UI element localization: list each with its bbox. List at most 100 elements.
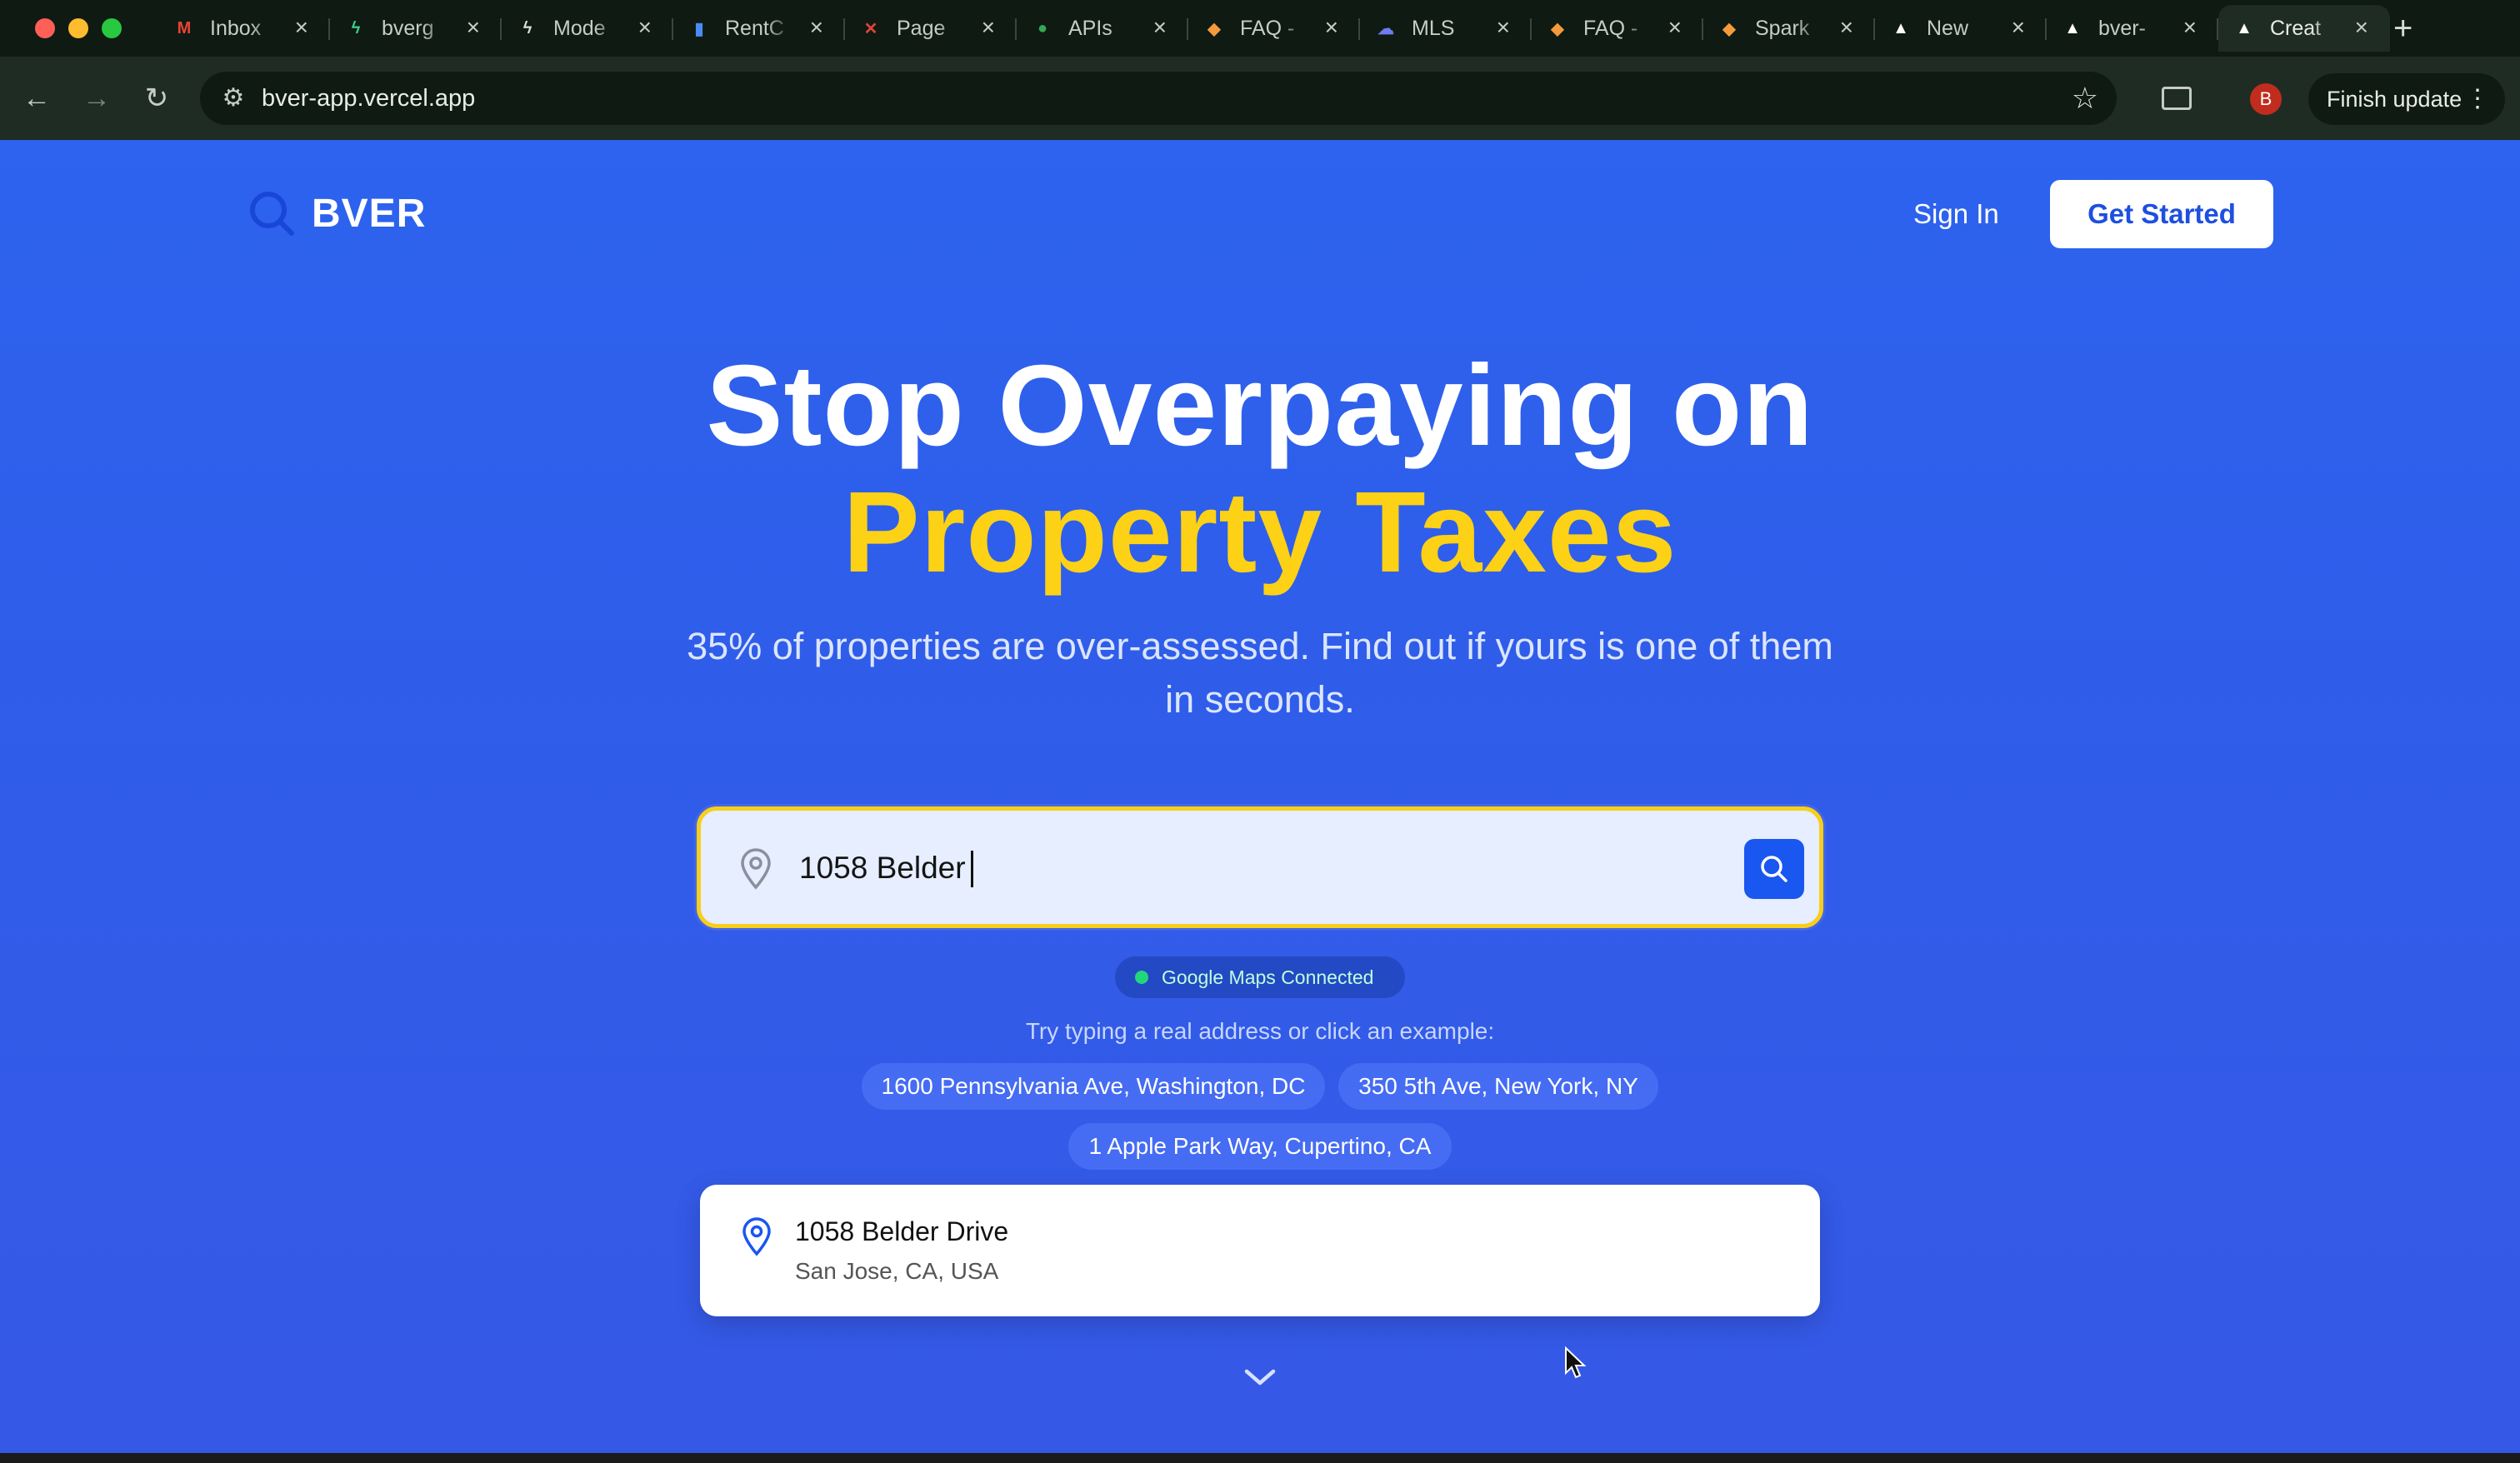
address-suggestion-item[interactable]: 1058 Belder Drive San Jose, CA, USA: [700, 1185, 1820, 1316]
more-menu-icon[interactable]: ⋮: [2465, 73, 2490, 125]
tab-title: Page: [897, 16, 946, 40]
cloud-icon: ☁: [1378, 19, 1394, 38]
finish-update-label: Finish update: [2327, 87, 2462, 112]
tab-title: bver-: [2098, 16, 2146, 40]
hero-headline-highlight: Property Taxes: [842, 468, 1678, 597]
profile-avatar[interactable]: B: [2250, 83, 2282, 115]
maps-pin-icon: ●: [1037, 18, 1048, 37]
status-dot-icon: [1135, 971, 1148, 984]
browser-chrome: M Inbox × ϟ bverg × ϟ Mode × ▮ RentC × ✕ Page × ● APIs × ◆…: [0, 0, 2520, 140]
gmail-icon: M: [177, 18, 192, 37]
close-icon[interactable]: ×: [295, 15, 308, 40]
close-icon[interactable]: ×: [810, 15, 823, 40]
spark-icon: ◆: [1208, 19, 1221, 38]
close-icon[interactable]: ×: [2355, 15, 2368, 40]
search-icon: [1761, 856, 1788, 882]
vercel-icon: ▲: [2236, 18, 2252, 37]
browser-tab[interactable]: ● APIs ×: [1017, 5, 1188, 52]
bar-chart-icon: ▮: [694, 19, 704, 38]
close-icon[interactable]: ×: [638, 15, 652, 40]
get-started-button[interactable]: Get Started: [2050, 180, 2273, 248]
tab-title: Mode: [553, 16, 606, 40]
logo-text: BVER: [312, 191, 427, 236]
suggestion-main-text: 1058 Belder Drive: [795, 1216, 1009, 1246]
close-icon[interactable]: ×: [982, 15, 995, 40]
sign-in-link[interactable]: Sign In: [1913, 198, 1999, 230]
browser-tab[interactable]: ϟ bverg ×: [330, 5, 502, 52]
browser-tab[interactable]: ▲ Creat ×: [2218, 5, 2390, 52]
mouse-cursor-icon: [1563, 1346, 1588, 1381]
address-bar[interactable]: ⚙ bver-app.vercel.app ☆: [200, 72, 2117, 125]
url-text[interactable]: bver-app.vercel.app: [262, 85, 475, 112]
finish-update-button[interactable]: Finish update ⋮: [2308, 73, 2505, 125]
example-address-chip[interactable]: 350 5th Ave, New York, NY: [1338, 1063, 1658, 1110]
page-icon: ✕: [863, 19, 878, 38]
maximize-window-button[interactable]: [102, 18, 122, 38]
close-icon[interactable]: ×: [2183, 15, 2197, 40]
hero-headline: Stop Overpaying on: [706, 342, 1814, 470]
tab-title: APIs: [1068, 16, 1112, 40]
bolt-icon: ϟ: [351, 18, 361, 37]
example-address-chip[interactable]: 1600 Pennsylvania Ave, Washington, DC: [862, 1063, 1325, 1110]
hero-subtitle: 35% of properties are over-assessed. Fin…: [687, 625, 1833, 721]
close-window-button[interactable]: [35, 18, 55, 38]
close-icon[interactable]: ×: [1668, 15, 1682, 40]
address-search-input[interactable]: [799, 841, 1632, 896]
browser-tab[interactable]: ◆ FAQ - ×: [1188, 5, 1360, 52]
tab-search-icon[interactable]: [2162, 87, 2192, 110]
close-icon[interactable]: ×: [2012, 15, 2025, 40]
vercel-icon: ▲: [2064, 18, 2081, 37]
tab-strip: M Inbox × ϟ bverg × ϟ Mode × ▮ RentC × ✕ Page × ● APIs × ◆…: [0, 0, 2520, 57]
browser-tab[interactable]: ▲ New ×: [1875, 5, 2047, 52]
minimize-window-button[interactable]: [68, 18, 88, 38]
suggestion-secondary-text: San Jose, CA, USA: [795, 1258, 999, 1284]
browser-tab[interactable]: ◆ FAQ - ×: [1532, 5, 1703, 52]
location-pin-icon: [740, 1216, 773, 1256]
browser-tab[interactable]: ▮ RentC ×: [673, 5, 845, 52]
tab-title: RentC: [725, 16, 784, 40]
forward-arrow-icon[interactable]: →: [80, 82, 113, 115]
address-search-box[interactable]: [697, 806, 1823, 928]
back-arrow-icon[interactable]: ←: [20, 82, 53, 115]
tab-title: FAQ -: [1240, 16, 1295, 40]
spark-icon: ◆: [1551, 19, 1564, 38]
close-icon[interactable]: ×: [467, 15, 480, 40]
close-icon[interactable]: ×: [1325, 15, 1338, 40]
vercel-icon: ▲: [1892, 18, 1909, 37]
tab-title: Inbox: [210, 16, 262, 40]
browser-toolbar: ← → ↻ ⚙ bver-app.vercel.app ☆ B Finish u…: [0, 57, 2520, 140]
site-settings-icon[interactable]: ⚙: [218, 83, 248, 113]
browser-tab[interactable]: M Inbox ×: [158, 5, 330, 52]
close-icon[interactable]: ×: [1840, 15, 1853, 40]
tab-title: Spark: [1755, 16, 1810, 40]
new-tab-button[interactable]: +: [2393, 10, 2412, 47]
tab-title: MLS: [1412, 16, 1455, 40]
browser-tab[interactable]: ✕ Page ×: [845, 5, 1017, 52]
search-submit-button[interactable]: [1744, 839, 1804, 899]
browser-tab[interactable]: ☁ MLS ×: [1360, 5, 1532, 52]
tab-title: FAQ -: [1583, 16, 1638, 40]
reload-icon[interactable]: ↻: [140, 82, 173, 115]
example-address-chip[interactable]: 1 Apple Park Way, Cupertino, CA: [1068, 1123, 1452, 1170]
examples-prompt: Try typing a real address or click an ex…: [1025, 1018, 1495, 1044]
window-bottom-edge: [0, 1453, 2520, 1463]
chevron-down-icon[interactable]: [1242, 1365, 1278, 1390]
bookmark-star-icon[interactable]: ☆: [2072, 82, 2098, 115]
browser-tab[interactable]: ◆ Spark ×: [1703, 5, 1875, 52]
spark-icon: ◆: [1722, 19, 1736, 38]
tab-title: New: [1927, 16, 1969, 40]
landing-page: BVER Sign In Get Started Stop Overpaying…: [0, 140, 2520, 1463]
text-caret: [971, 851, 973, 887]
search-logo-icon: [248, 190, 295, 237]
bolt-icon: ϟ: [522, 18, 532, 37]
site-logo[interactable]: BVER: [248, 190, 426, 237]
browser-tab[interactable]: ▲ bver- ×: [2047, 5, 2218, 52]
close-icon[interactable]: ×: [1153, 15, 1167, 40]
tab-title: bverg: [382, 16, 434, 40]
browser-tab[interactable]: ϟ Mode ×: [502, 5, 673, 52]
maps-status-badge: Google Maps Connected: [1115, 956, 1405, 998]
close-icon[interactable]: ×: [1497, 15, 1510, 40]
tab-title: Creat: [2270, 16, 2322, 40]
maps-status-text: Google Maps Connected: [1162, 966, 1374, 988]
location-pin-icon: [738, 847, 774, 891]
